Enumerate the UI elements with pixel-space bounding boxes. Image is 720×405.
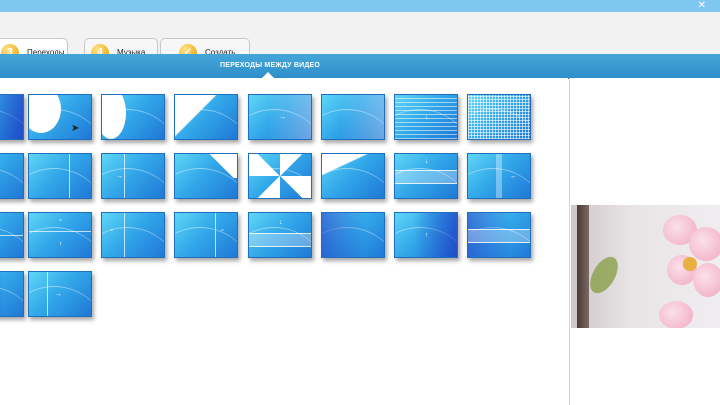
transition-tile-split-frame[interactable]: ▫ ↑ (28, 212, 92, 258)
transition-tile-double-slide[interactable]: ▫ (101, 212, 165, 258)
transition-tile[interactable] (0, 94, 24, 140)
transitions-grid: ➤ → ↓ → ↓ ← ▫ ↑ ▫ ▫ ↓ ↑ → (0, 78, 568, 405)
transition-tile-corner-peel[interactable] (174, 153, 238, 199)
transition-tile-circle-wipe[interactable] (101, 94, 165, 140)
transition-tile-horizontal-band[interactable]: ↓ (394, 153, 458, 199)
transition-tile-frame-slide[interactable]: ▫ (174, 212, 238, 258)
step-tab-bar: 3 Переходы 4 Музыка ✓ Создать (0, 12, 720, 66)
transition-tile-vertical-split[interactable] (28, 153, 92, 199)
transition-tile-slide-fade[interactable]: → (248, 94, 312, 140)
transition-tile[interactable] (0, 153, 24, 199)
transition-tile-slide[interactable]: → (101, 153, 165, 199)
transition-tile-fade[interactable] (321, 94, 385, 140)
mouse-cursor-icon: ➤ (71, 123, 80, 134)
preview-image (571, 205, 720, 328)
transition-tile[interactable] (0, 212, 24, 258)
transition-tile-down-slide[interactable]: ↓ (248, 212, 312, 258)
transition-tile-vertical-band[interactable]: ← (467, 153, 531, 199)
transition-tile-grid-dissolve[interactable] (467, 94, 531, 140)
section-header: ПЕРЕХОДЫ МЕЖДУ ВИДЕО (0, 54, 720, 79)
transition-tile-diagonal-slide[interactable] (321, 153, 385, 199)
transition-tile-dark-wipe[interactable] (321, 212, 385, 258)
transition-tile-stripes[interactable]: ↓ (394, 94, 458, 140)
close-icon[interactable]: ✕ (698, 0, 706, 12)
transition-tile[interactable] (0, 271, 24, 317)
transition-tile-dark-slide[interactable]: ↑ (394, 212, 458, 258)
window-top-strip: ✕ (0, 0, 720, 12)
transition-tile-dotted-wipe[interactable]: → (28, 271, 92, 317)
transition-tile-diagonal-wipe[interactable] (174, 94, 238, 140)
transition-tile-blob-wipe[interactable]: ➤ (28, 94, 92, 140)
transition-tile-pinwheel[interactable] (248, 153, 312, 199)
transition-tile-dark-fade[interactable] (467, 212, 531, 258)
